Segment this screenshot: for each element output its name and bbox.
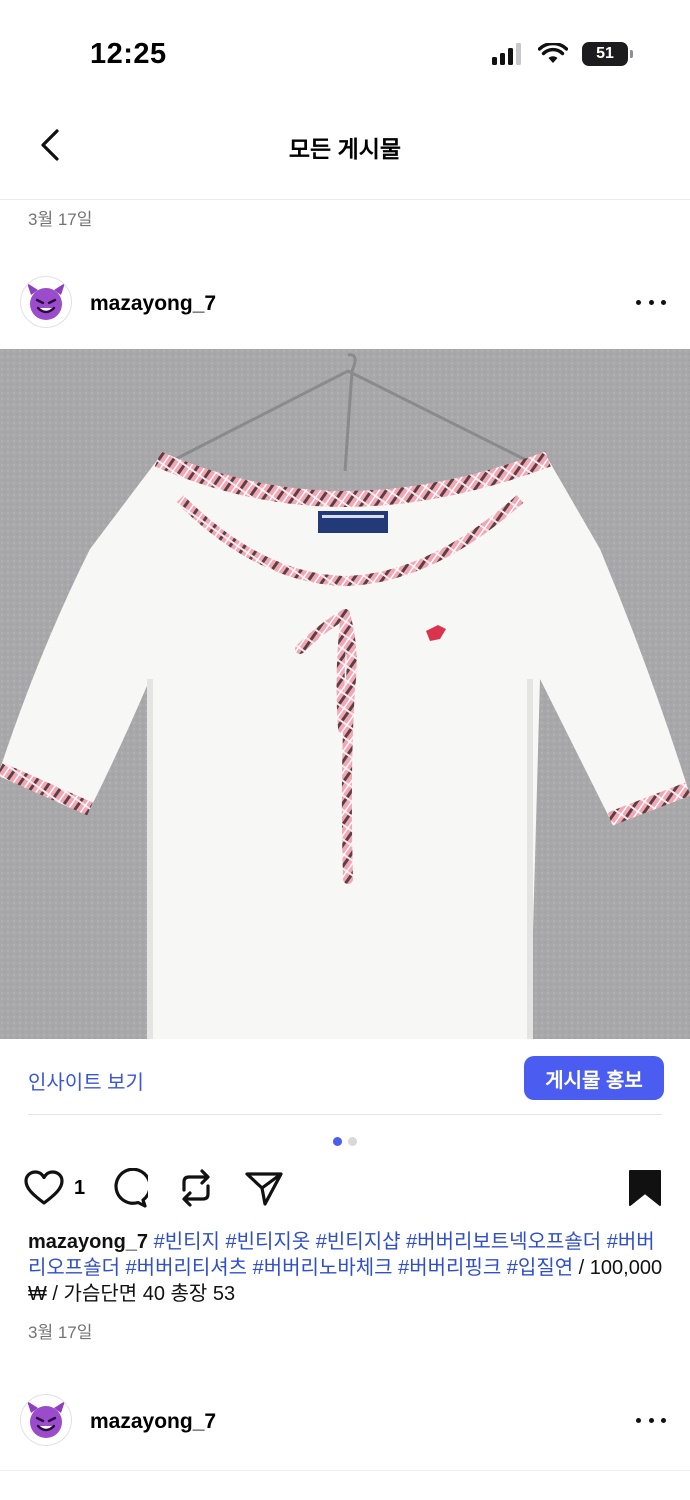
share-action (244, 1168, 284, 1208)
view-insights-link[interactable]: 인사이트 보기 (28, 1066, 144, 1095)
caption-username[interactable]: mazayong_7 (28, 1231, 148, 1253)
cellular-signal-icon (492, 43, 521, 65)
post-image[interactable] (0, 349, 690, 1039)
next-post-header: mazayong_7 (0, 1388, 690, 1458)
bookmark-filled-icon[interactable] (628, 1169, 662, 1207)
status-bar: 12:25 51 (0, 0, 690, 110)
nav-bar: 모든 게시물 (0, 110, 690, 200)
like-action: 1 (24, 1168, 85, 1208)
status-time: 12:25 (90, 38, 167, 70)
avatar[interactable] (20, 276, 72, 328)
more-horizontal-icon (636, 299, 641, 305)
post-date-previous: 3월 17일 (28, 210, 93, 229)
send-icon[interactable] (244, 1168, 284, 1208)
save-action (628, 1168, 662, 1208)
tshirt-photo (0, 349, 690, 1039)
next-post-username[interactable]: mazayong_7 (90, 1410, 216, 1434)
carousel-dot-active (333, 1137, 342, 1146)
promote-post-button[interactable]: 게시물 홍보 (524, 1056, 664, 1100)
more-options-button[interactable] (636, 1414, 666, 1426)
post-header: mazayong_7 (0, 270, 690, 340)
divider (28, 1114, 662, 1115)
smiling-devil-emoji-icon (27, 1401, 65, 1438)
smiling-devil-emoji-icon (27, 283, 65, 320)
more-options-button[interactable] (636, 296, 666, 308)
wifi-icon (538, 43, 568, 63)
status-icons: 51 (492, 42, 633, 66)
page-title: 모든 게시물 (288, 136, 402, 162)
post-caption: mazayong_7 #빈티지 #빈티지옷 #빈티지샵 #버버리보트넥오프숄더 … (28, 1229, 668, 1307)
divider (0, 1470, 690, 1471)
comment-icon[interactable] (108, 1168, 148, 1208)
repost-icon[interactable] (176, 1168, 216, 1208)
avatar[interactable] (20, 1394, 72, 1446)
like-count[interactable]: 1 (74, 1177, 85, 1200)
repost-action (176, 1168, 216, 1208)
carousel-dot (348, 1137, 357, 1146)
carousel-indicator (0, 1137, 690, 1146)
heart-icon[interactable] (24, 1170, 64, 1206)
post-actions: 1 (0, 1162, 690, 1214)
comment-action (108, 1168, 148, 1208)
post-username[interactable]: mazayong_7 (90, 292, 216, 316)
post-date: 3월 17일 (28, 1323, 93, 1342)
more-horizontal-icon (636, 1417, 641, 1423)
insight-row: 인사이트 보기 게시물 홍보 (0, 1040, 690, 1114)
battery-icon: 51 (582, 42, 633, 66)
